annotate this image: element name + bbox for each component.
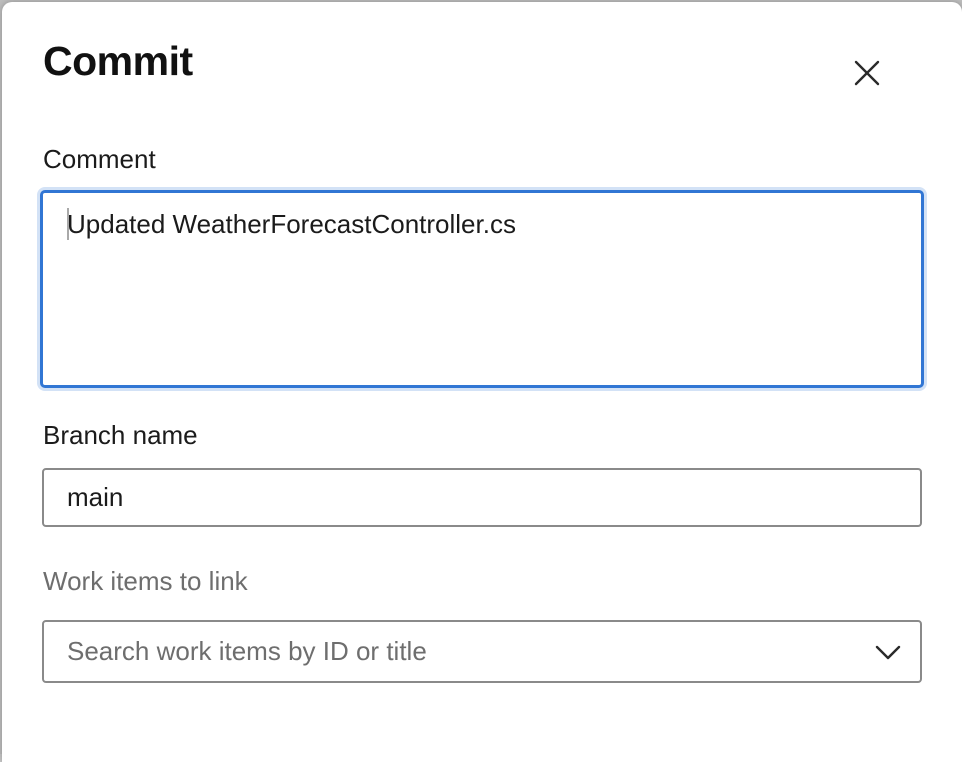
dialog-title: Commit: [43, 38, 193, 84]
branch-name-input[interactable]: main: [42, 468, 922, 527]
work-items-search[interactable]: Search work items by ID or title: [42, 620, 922, 683]
chevron-down-icon[interactable]: [874, 640, 902, 664]
work-items-label: Work items to link: [43, 566, 248, 596]
work-items-placeholder: Search work items by ID or title: [67, 636, 427, 666]
close-icon: [854, 60, 880, 86]
branch-name-label: Branch name: [43, 420, 198, 450]
close-button[interactable]: [850, 56, 884, 90]
comment-textarea[interactable]: Updated WeatherForecastController.cs: [40, 190, 924, 388]
branch-name-value: main: [67, 482, 124, 512]
commit-dialog: Commit Comment Updated WeatherForecastCo…: [2, 2, 962, 762]
comment-label: Comment: [43, 144, 156, 174]
comment-value: Updated WeatherForecastController.cs: [67, 209, 516, 239]
